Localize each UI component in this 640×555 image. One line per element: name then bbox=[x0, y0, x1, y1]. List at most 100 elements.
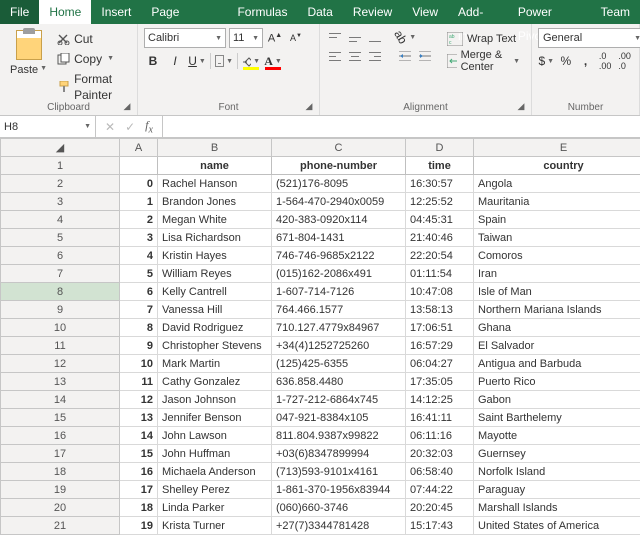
cell[interactable]: Rachel Hanson bbox=[158, 175, 272, 193]
cell[interactable]: 17:35:05 bbox=[406, 373, 474, 391]
row-header[interactable]: 12 bbox=[1, 355, 120, 373]
tab-formulas[interactable]: Formulas bbox=[227, 0, 297, 24]
cell[interactable]: Ghana bbox=[474, 319, 640, 337]
row-header[interactable]: 7 bbox=[1, 265, 120, 283]
row-header[interactable]: 4 bbox=[1, 211, 120, 229]
cell[interactable]: 1-607-714-7126 bbox=[272, 283, 406, 301]
row-header[interactable]: 19 bbox=[1, 481, 120, 499]
cell[interactable]: 16:57:29 bbox=[406, 337, 474, 355]
align-middle-button[interactable] bbox=[346, 28, 364, 46]
cell[interactable]: +03(6)8347899994 bbox=[272, 445, 406, 463]
cell[interactable]: Isle of Man bbox=[474, 283, 640, 301]
decrease-decimal-button[interactable]: .00.0 bbox=[616, 52, 633, 70]
cell[interactable]: 20:32:03 bbox=[406, 445, 474, 463]
cell[interactable]: Megan White bbox=[158, 211, 272, 229]
cell[interactable]: Mark Martin bbox=[158, 355, 272, 373]
cell[interactable]: Jason Johnson bbox=[158, 391, 272, 409]
row-header[interactable]: 17 bbox=[1, 445, 120, 463]
col-header[interactable]: C bbox=[272, 139, 406, 157]
cell[interactable]: Guernsey bbox=[474, 445, 640, 463]
cell[interactable]: 04:45:31 bbox=[406, 211, 474, 229]
cell[interactable]: 9 bbox=[120, 337, 158, 355]
cell[interactable]: 17 bbox=[120, 481, 158, 499]
cell[interactable]: Lisa Richardson bbox=[158, 229, 272, 247]
tab-view[interactable]: View bbox=[402, 0, 448, 24]
cell[interactable]: 15 bbox=[120, 445, 158, 463]
cell[interactable]: 811.804.9387x99822 bbox=[272, 427, 406, 445]
comma-button[interactable]: , bbox=[577, 52, 594, 70]
row-header[interactable]: 18 bbox=[1, 463, 120, 481]
cell[interactable]: (060)660-3746 bbox=[272, 499, 406, 517]
col-header[interactable]: E bbox=[474, 139, 640, 157]
cell[interactable]: 11 bbox=[120, 373, 158, 391]
cell[interactable]: 710.127.4779x84967 bbox=[272, 319, 406, 337]
col-header[interactable]: A bbox=[120, 139, 158, 157]
cell[interactable]: 21:40:46 bbox=[406, 229, 474, 247]
cell[interactable]: John Huffman bbox=[158, 445, 272, 463]
cell[interactable]: 16:30:57 bbox=[406, 175, 474, 193]
cell[interactable]: 06:04:27 bbox=[406, 355, 474, 373]
cell[interactable]: 5 bbox=[120, 265, 158, 283]
tab-power-pivot[interactable]: Power Pivot bbox=[508, 0, 591, 24]
cell[interactable]: Michaela Anderson bbox=[158, 463, 272, 481]
italic-button[interactable]: I bbox=[166, 52, 184, 70]
cell[interactable]: El Salvador bbox=[474, 337, 640, 355]
tab-review[interactable]: Review bbox=[343, 0, 402, 24]
cell[interactable]: +34(4)1252725260 bbox=[272, 337, 406, 355]
row-header[interactable]: 20 bbox=[1, 499, 120, 517]
row-header[interactable]: 9 bbox=[1, 301, 120, 319]
row-header[interactable]: 10 bbox=[1, 319, 120, 337]
cell[interactable]: 047-921-8384x105 bbox=[272, 409, 406, 427]
cell[interactable]: 420-383-0920x114 bbox=[272, 211, 406, 229]
cell[interactable]: Shelley Perez bbox=[158, 481, 272, 499]
row-header[interactable]: 14 bbox=[1, 391, 120, 409]
dialog-launcher-icon[interactable]: ◢ bbox=[303, 101, 315, 113]
cell[interactable]: 746-746-9685x2122 bbox=[272, 247, 406, 265]
cell[interactable]: William Reyes bbox=[158, 265, 272, 283]
cell[interactable]: Mayotte bbox=[474, 427, 640, 445]
cell[interactable]: Saint Barthelemy bbox=[474, 409, 640, 427]
cell[interactable] bbox=[120, 157, 158, 175]
cell[interactable]: 19 bbox=[120, 517, 158, 535]
cell[interactable]: phone-number bbox=[272, 157, 406, 175]
format-painter-button[interactable]: Format Painter bbox=[54, 70, 131, 104]
cell[interactable]: David Rodriguez bbox=[158, 319, 272, 337]
cell[interactable]: (125)425-6355 bbox=[272, 355, 406, 373]
cell[interactable]: 06:11:16 bbox=[406, 427, 474, 445]
cell[interactable]: 12:25:52 bbox=[406, 193, 474, 211]
font-family-select[interactable]: Calibri ▼ bbox=[144, 28, 226, 48]
cell[interactable]: 2 bbox=[120, 211, 158, 229]
align-center-button[interactable] bbox=[346, 47, 364, 65]
col-header[interactable]: B bbox=[158, 139, 272, 157]
cell[interactable]: 10:47:08 bbox=[406, 283, 474, 301]
cell[interactable]: 14:12:25 bbox=[406, 391, 474, 409]
name-box[interactable]: H8 ▼ bbox=[0, 116, 96, 137]
cell[interactable]: Cathy Gonzalez bbox=[158, 373, 272, 391]
cell[interactable]: Linda Parker bbox=[158, 499, 272, 517]
tab-page-layout[interactable]: Page Layout bbox=[141, 0, 227, 24]
cell[interactable]: 22:20:54 bbox=[406, 247, 474, 265]
currency-button[interactable]: $▼ bbox=[538, 52, 555, 70]
cell[interactable]: 15:17:43 bbox=[406, 517, 474, 535]
cancel-icon[interactable]: ✕ bbox=[100, 120, 120, 134]
cell[interactable]: 14 bbox=[120, 427, 158, 445]
tab-team[interactable]: Team bbox=[591, 0, 640, 24]
border-button[interactable]: ▼ bbox=[215, 52, 233, 70]
row-header[interactable]: 16 bbox=[1, 427, 120, 445]
decrease-indent-button[interactable] bbox=[396, 47, 414, 65]
wrap-text-button[interactable]: abc Wrap Text bbox=[442, 28, 525, 50]
cell[interactable]: Brandon Jones bbox=[158, 193, 272, 211]
dialog-launcher-icon[interactable]: ◢ bbox=[121, 101, 133, 113]
cell[interactable]: 16:41:11 bbox=[406, 409, 474, 427]
cell[interactable]: 16 bbox=[120, 463, 158, 481]
decrease-font-button[interactable]: A▼ bbox=[287, 29, 305, 47]
increase-decimal-button[interactable]: .0.00 bbox=[597, 52, 614, 70]
orientation-button[interactable]: ab▼ bbox=[396, 28, 414, 46]
cell[interactable]: 7 bbox=[120, 301, 158, 319]
align-left-button[interactable] bbox=[326, 47, 344, 65]
cell[interactable]: 1-727-212-6864x745 bbox=[272, 391, 406, 409]
cell[interactable]: Jennifer Benson bbox=[158, 409, 272, 427]
cell[interactable]: 0 bbox=[120, 175, 158, 193]
number-format-select[interactable]: General ▼ bbox=[538, 28, 640, 48]
tab-file[interactable]: File bbox=[0, 0, 39, 24]
